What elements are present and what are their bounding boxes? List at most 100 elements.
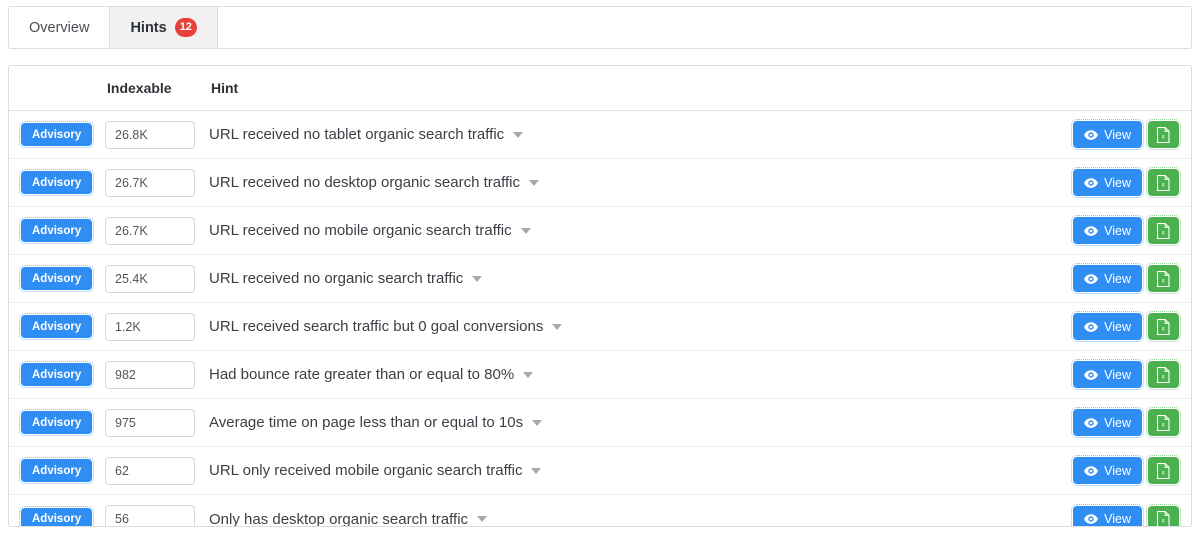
svg-text:x: x (1162, 277, 1166, 284)
excel-file-icon: x (1157, 174, 1170, 191)
chevron-down-icon[interactable] (523, 371, 534, 378)
severity-badge[interactable]: Advisory (18, 457, 95, 484)
hint-label: URL received no desktop organic search t… (209, 174, 520, 191)
indexable-cell: 62 (105, 456, 207, 485)
table-row: Advisory 1.2K URL received search traffic … (9, 303, 1191, 351)
hints-table-card: Indexable Hint Advisory 26.8K URL received… (8, 65, 1192, 527)
chevron-down-icon[interactable] (472, 275, 483, 282)
view-button[interactable]: View (1071, 503, 1144, 526)
view-button-label: View (1104, 463, 1131, 478)
chevron-down-icon[interactable] (513, 131, 524, 138)
indexable-count-field[interactable]: 26.8K (105, 120, 195, 149)
severity-badge[interactable]: Advisory (18, 313, 95, 340)
severity-badge[interactable]: Advisory (18, 265, 95, 292)
severity-badge[interactable]: Advisory (18, 121, 95, 148)
export-button[interactable]: x (1146, 359, 1181, 390)
export-button[interactable]: x (1146, 263, 1181, 294)
hint-label: Had bounce rate greater than or equal to… (209, 366, 515, 383)
view-button[interactable]: View (1071, 215, 1144, 246)
export-button[interactable]: x (1146, 503, 1181, 526)
view-button-label: View (1104, 127, 1131, 142)
view-button-label: View (1104, 319, 1131, 334)
excel-file-icon: x (1157, 462, 1170, 479)
hint-cell: URL received no tablet organic search tr… (207, 126, 1059, 143)
severity-badge[interactable]: Advisory (18, 169, 95, 196)
severity-badge[interactable]: Advisory (18, 409, 95, 436)
svg-text:x: x (1162, 469, 1166, 476)
export-button[interactable]: x (1146, 311, 1181, 342)
eye-icon (1084, 273, 1099, 284)
chevron-down-icon[interactable] (520, 227, 531, 234)
export-button[interactable]: x (1146, 407, 1181, 438)
severity-cell: Advisory (18, 121, 105, 148)
eye-icon (1084, 465, 1099, 476)
indexable-cell: 56 (105, 505, 207, 526)
hint-label: URL received no organic search traffic (209, 270, 464, 287)
hint-wrapper: Had bounce rate greater than or equal to… (207, 366, 1059, 383)
svg-text:x: x (1162, 325, 1166, 332)
indexable-cell: 26.8K (105, 120, 207, 149)
view-button[interactable]: View (1071, 455, 1144, 486)
excel-file-icon: x (1157, 222, 1170, 239)
hint-wrapper: Average time on page less than or equal … (207, 414, 1059, 431)
chevron-down-icon[interactable] (552, 323, 563, 330)
view-button[interactable]: View (1071, 311, 1144, 342)
excel-file-icon: x (1157, 511, 1170, 526)
hint-cell: Average time on page less than or equal … (207, 414, 1059, 431)
view-button[interactable]: View (1071, 119, 1144, 150)
severity-badge[interactable]: Advisory (18, 217, 95, 244)
chevron-down-icon[interactable] (532, 419, 543, 426)
view-button[interactable]: View (1071, 359, 1144, 390)
view-button[interactable]: View (1071, 167, 1144, 198)
severity-badge[interactable]: Advisory (18, 361, 95, 388)
indexable-count-field[interactable]: 25.4K (105, 264, 195, 293)
indexable-count-field[interactable]: 982 (105, 360, 195, 389)
indexable-count-field[interactable]: 56 (105, 505, 195, 526)
table-row: Advisory 975 Average time on page less tha… (9, 399, 1191, 447)
tab-count-badge: 12 (174, 18, 197, 37)
eye-icon (1084, 514, 1099, 524)
indexable-count-field[interactable]: 26.7K (105, 168, 195, 197)
export-button[interactable]: x (1146, 215, 1181, 246)
chevron-down-icon[interactable] (529, 179, 539, 186)
hint-label: URL received search traffic but 0 goal c… (209, 318, 544, 335)
svg-text:x: x (1162, 421, 1166, 428)
svg-text:x: x (1162, 518, 1166, 525)
svg-text:x: x (1162, 133, 1166, 140)
indexable-count-field[interactable]: 62 (105, 456, 195, 485)
actions-cell: View x (1059, 311, 1181, 342)
eye-icon (1084, 369, 1099, 380)
actions-cell: View x (1059, 359, 1181, 390)
chevron-down-icon[interactable] (531, 467, 542, 474)
hint-wrapper: URL received no desktop organic search t… (207, 174, 1059, 191)
tab-bar-empty-space (217, 7, 1191, 48)
hint-cell: URL only received mobile organic search … (207, 462, 1059, 479)
actions-cell: View x (1059, 167, 1181, 198)
view-button-label: View (1104, 512, 1131, 526)
indexable-count-field[interactable]: 26.7K (105, 216, 195, 245)
indexable-count-field[interactable]: 975 (105, 408, 195, 437)
excel-file-icon: x (1157, 366, 1170, 383)
hint-wrapper: URL received search traffic but 0 goal c… (207, 318, 1059, 335)
severity-cell: Advisory (18, 361, 105, 388)
table-row: Advisory 26.7K URL received no desktop org… (9, 159, 1191, 207)
table-row: Advisory 56 Only has desktop organic searc… (9, 495, 1191, 526)
excel-file-icon: x (1157, 126, 1170, 143)
export-button[interactable]: x (1146, 455, 1181, 486)
chevron-down-icon[interactable] (477, 516, 488, 522)
indexable-cell: 1.2K (105, 312, 207, 341)
actions-cell: View x (1059, 119, 1181, 150)
tab-hints[interactable]: Hints 12 (110, 7, 218, 48)
excel-file-icon: x (1157, 318, 1170, 335)
severity-badge[interactable]: Advisory (18, 505, 95, 526)
export-button[interactable]: x (1146, 167, 1181, 198)
view-button[interactable]: View (1071, 263, 1144, 294)
indexable-count-field[interactable]: 1.2K (105, 312, 195, 341)
tab-overview[interactable]: Overview (9, 7, 111, 48)
actions-cell: View x (1059, 263, 1181, 294)
table-header-row: Indexable Hint (9, 66, 1191, 111)
actions-cell: View x (1059, 407, 1181, 438)
export-button[interactable]: x (1146, 119, 1181, 150)
hint-wrapper: URL received no organic search traffic (207, 270, 1059, 287)
view-button[interactable]: View (1071, 407, 1144, 438)
